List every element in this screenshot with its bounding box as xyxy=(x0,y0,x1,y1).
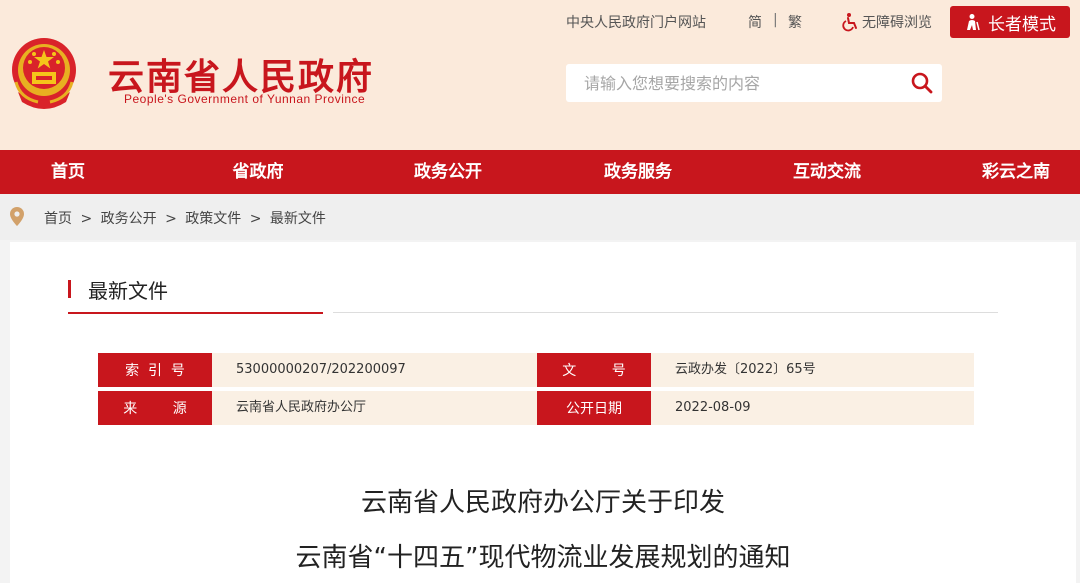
document-title-line1: 云南省人民政府办公厅关于印发 xyxy=(360,488,725,518)
main-nav: 首页 省政府 政务公开 政务服务 互动交流 彩云之南 xyxy=(0,150,1080,194)
central-portal-link[interactable]: 中央人民政府门户网站 xyxy=(566,12,706,32)
location-pin-icon xyxy=(10,207,24,226)
breadcrumb-policy-docs[interactable]: 政策文件 xyxy=(185,211,241,227)
site-subtitle: People's Government of Yunnan Province xyxy=(124,92,366,106)
breadcrumb-open-affairs[interactable]: 政务公开 xyxy=(101,211,157,227)
meta-row-2: 来 源 云南省人民政府办公厅 公开日期 2022-08-09 xyxy=(98,391,974,425)
search-input[interactable] xyxy=(566,64,896,102)
meta-label-source: 来 源 xyxy=(98,391,219,425)
nav-item-services[interactable]: 政务服务 xyxy=(604,150,672,194)
site-header: 云南省人民政府 People's Government of Yunnan Pr… xyxy=(0,0,1080,150)
meta-value-docno: 云政办发〔2022〕65号 xyxy=(651,353,974,387)
nav-item-caiyun[interactable]: 彩云之南 xyxy=(982,150,1050,194)
lang-separator: | xyxy=(773,12,778,28)
accessibility-label: 无障碍浏览 xyxy=(862,15,932,31)
simplified-chinese-link[interactable]: 简 xyxy=(748,12,762,32)
section-title: 最新文件 xyxy=(88,279,168,303)
breadcrumb: 首页 > 政务公开 > 政策文件 > 最新文件 xyxy=(0,194,1080,240)
elder-mode-button[interactable]: 长者模式 xyxy=(950,6,1070,38)
meta-label-date: 公开日期 xyxy=(537,391,658,425)
accessibility-icon xyxy=(842,13,857,32)
elder-mode-label: 长者模式 xyxy=(988,14,1056,35)
breadcrumb-separator: > xyxy=(165,211,177,227)
meta-label-index: 索 引 号 xyxy=(98,353,219,387)
breadcrumb-home[interactable]: 首页 xyxy=(44,211,72,227)
nav-item-open-affairs[interactable]: 政务公开 xyxy=(414,150,482,194)
search-box xyxy=(566,64,942,102)
elder-icon xyxy=(967,14,980,31)
nav-item-home[interactable]: 首页 xyxy=(51,150,85,194)
section-underline-red xyxy=(68,312,323,314)
meta-value-index: 53000000207/202200097 xyxy=(212,353,537,387)
breadcrumb-latest-docs[interactable]: 最新文件 xyxy=(270,211,326,227)
national-emblem-icon[interactable] xyxy=(8,36,80,112)
meta-label-docno: 文 号 xyxy=(537,353,658,387)
document-title-line2: 云南省“十四五”现代物流业发展规划的通知 xyxy=(295,543,791,573)
section-accent-bar xyxy=(68,280,71,298)
meta-row-1: 索 引 号 53000000207/202200097 文 号 云政办发〔202… xyxy=(98,353,974,387)
breadcrumb-separator: > xyxy=(80,211,93,227)
accessibility-link[interactable]: 无障碍浏览 xyxy=(840,12,932,32)
nav-item-interaction[interactable]: 互动交流 xyxy=(793,150,861,194)
search-icon[interactable] xyxy=(910,71,934,95)
meta-value-date: 2022-08-09 xyxy=(651,391,974,425)
section-header: 最新文件 xyxy=(68,270,998,316)
meta-value-source: 云南省人民政府办公厅 xyxy=(212,391,537,425)
breadcrumb-separator: > xyxy=(249,211,262,227)
traditional-chinese-link[interactable]: 繁 xyxy=(788,12,802,32)
nav-item-government[interactable]: 省政府 xyxy=(233,150,284,194)
breadcrumb-trail: 首页 > 政务公开 > 政策文件 > 最新文件 xyxy=(44,208,326,228)
top-links: 中央人民政府门户网站 简 | 繁 无障碍浏览 xyxy=(0,12,1080,36)
section-underline-gray xyxy=(333,312,998,313)
main-content: 最新文件 索 引 号 53000000207/202200097 文 号 云政办… xyxy=(10,242,1076,583)
